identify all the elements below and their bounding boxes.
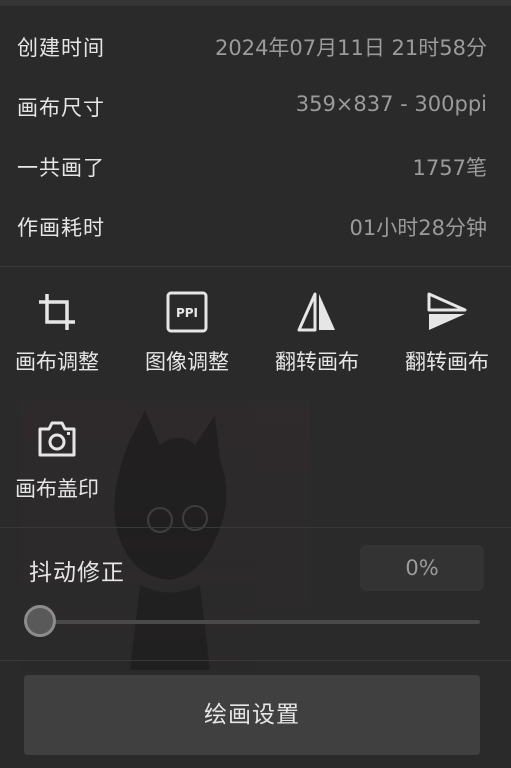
flip-canvas-vertical-label: 翻转画布 xyxy=(405,350,489,374)
canvas-stamp-label: 画布盖印 xyxy=(15,477,99,501)
image-adjust-label: 图像调整 xyxy=(145,350,229,374)
flip-vertical-icon xyxy=(425,290,469,334)
flip-canvas-horizontal-label: 翻转画布 xyxy=(275,350,359,374)
ppi-icon: PPI xyxy=(165,290,209,334)
panel-top-edge xyxy=(0,0,511,6)
drawing-settings-button[interactable]: 绘画设置 xyxy=(24,675,480,755)
stabilizer-value-field[interactable]: 0% xyxy=(360,545,484,591)
info-row-drawing-time: 作画耗时 01小时28分钟 xyxy=(0,196,511,256)
strokes-value: 1757笔 xyxy=(412,156,487,180)
strokes-label: 一共画了 xyxy=(17,156,105,180)
drawing-time-value: 01小时28分钟 xyxy=(349,216,487,240)
canvas-adjust-label: 画布调整 xyxy=(15,350,99,374)
stabilizer-slider-track[interactable] xyxy=(30,620,480,624)
info-row-strokes: 一共画了 1757笔 xyxy=(0,136,511,196)
drawing-time-label: 作画耗时 xyxy=(17,216,105,240)
divider xyxy=(0,660,511,661)
canvas-info-panel: 创建时间 2024年07月11日 21时58分 画布尺寸 359×837 - 3… xyxy=(0,0,511,768)
divider xyxy=(0,527,511,528)
flip-horizontal-icon xyxy=(295,290,339,334)
svg-text:PPI: PPI xyxy=(176,306,198,320)
flip-canvas-horizontal-button[interactable]: 翻转画布 xyxy=(262,290,372,390)
camera-icon xyxy=(35,417,79,461)
canvas-stamp-button[interactable]: 画布盖印 xyxy=(2,417,112,517)
canvas-size-label: 画布尺寸 xyxy=(17,96,105,120)
crop-icon xyxy=(35,290,79,334)
created-label: 创建时间 xyxy=(17,36,105,60)
created-value: 2024年07月11日 21时58分 xyxy=(214,36,487,60)
divider xyxy=(0,266,511,267)
stabilizer-slider-knob[interactable] xyxy=(24,605,56,637)
canvas-adjust-button[interactable]: 画布调整 xyxy=(2,290,112,390)
flip-canvas-vertical-button[interactable]: 翻转画布 xyxy=(392,290,502,390)
info-row-created: 创建时间 2024年07月11日 21时58分 xyxy=(0,16,511,76)
canvas-size-value: 359×837 - 300ppi xyxy=(295,92,487,116)
info-row-canvas-size: 画布尺寸 359×837 - 300ppi xyxy=(0,76,511,136)
stabilizer-label: 抖动修正 xyxy=(29,560,125,586)
image-adjust-button[interactable]: PPI 图像调整 xyxy=(132,290,242,390)
